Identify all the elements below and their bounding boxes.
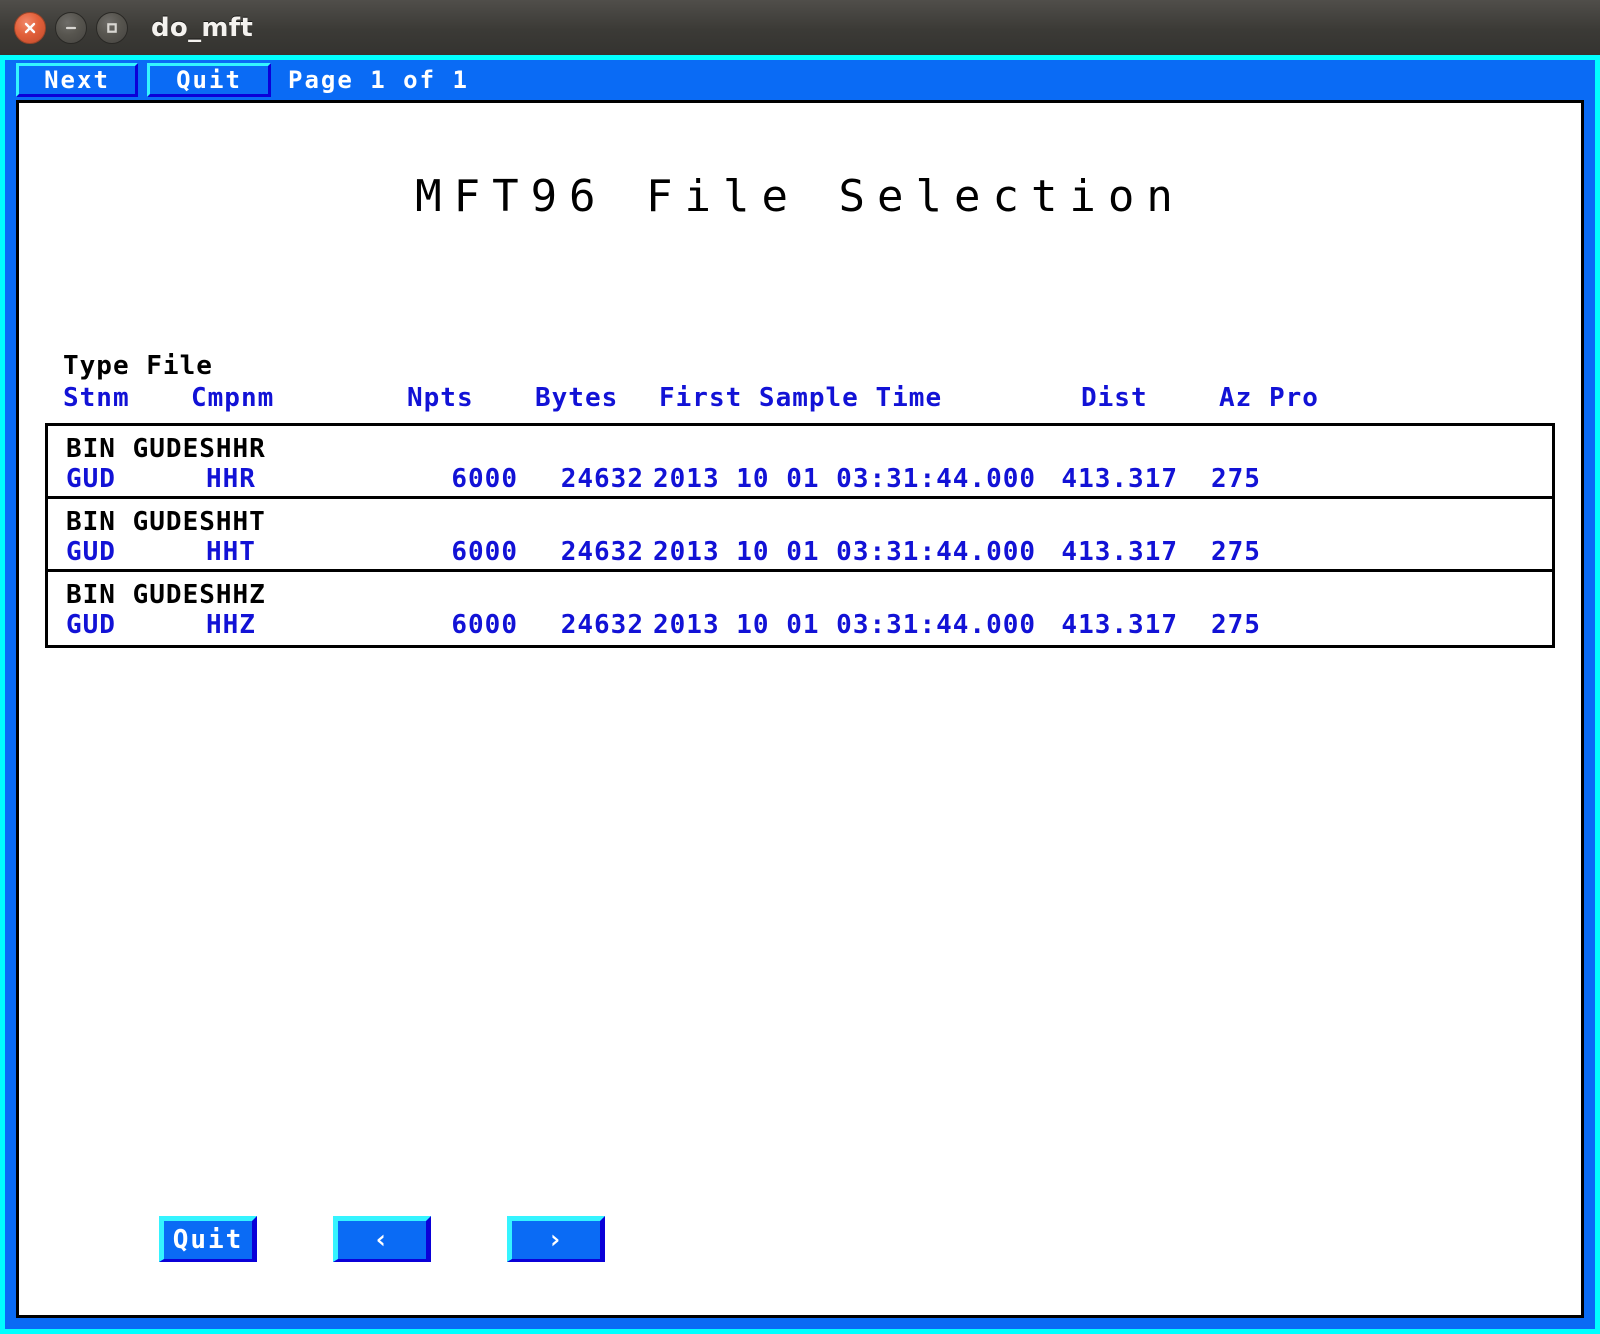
column-header-npts: Npts: [407, 383, 474, 413]
cell-cmpnm: HHR: [206, 464, 256, 494]
app-inner-frame: Next Quit Page 1 of 1 MFT96 File Selecti…: [5, 60, 1595, 1329]
window-titlebar: do_mft: [0, 0, 1600, 55]
cell-az: 275: [1211, 610, 1261, 640]
cell-bytes: 24632: [560, 464, 644, 494]
cell-bytes: 24632: [560, 537, 644, 567]
cell-az: 275: [1211, 537, 1261, 567]
maximize-button[interactable]: [96, 11, 128, 44]
cell-npts: 6000: [451, 464, 518, 494]
menu-next-button[interactable]: Next: [16, 63, 138, 97]
table-row[interactable]: BIN GUDESHHR GUD HHR 6000 24632 2013 10 …: [48, 426, 1552, 499]
close-button[interactable]: [14, 11, 46, 44]
maximize-icon: [107, 22, 117, 33]
column-header-bytes: Bytes: [535, 383, 619, 413]
type-file-header: Type File: [63, 351, 213, 381]
menu-quit-button[interactable]: Quit: [147, 63, 271, 97]
next-page-button[interactable]: ›: [507, 1216, 605, 1262]
row-fields: GUD HHR 6000 24632 2013 10 01 03:31:44.0…: [48, 464, 1552, 496]
minimize-icon: [65, 26, 77, 29]
row-fields: GUD HHT 6000 24632 2013 10 01 03:31:44.0…: [48, 537, 1552, 569]
app-outer-border: Next Quit Page 1 of 1 MFT96 File Selecti…: [0, 55, 1600, 1334]
application-window: do_mft Next Quit Page 1 of 1 MFT96 File …: [0, 0, 1600, 1334]
content-canvas: MFT96 File Selection Type File Stnm Cmpn…: [16, 100, 1584, 1318]
row-type-file: BIN GUDESHHZ: [66, 580, 266, 610]
minimize-button[interactable]: [55, 11, 87, 44]
table-row[interactable]: BIN GUDESHHT GUD HHT 6000 24632 2013 10 …: [48, 499, 1552, 572]
cell-az: 275: [1211, 464, 1261, 494]
cell-dist: 413.317: [1061, 610, 1178, 640]
column-header-first-sample-time: First Sample Time: [659, 383, 943, 413]
column-header-az-pro: Az Pro: [1219, 383, 1319, 413]
row-fields: GUD HHZ 6000 24632 2013 10 01 03:31:44.0…: [48, 610, 1552, 642]
cell-cmpnm: HHZ: [206, 610, 256, 640]
page-indicator: Page 1 of 1: [288, 66, 469, 94]
cell-cmpnm: HHT: [206, 537, 256, 567]
close-icon: [24, 22, 36, 33]
menubar: Next Quit Page 1 of 1: [11, 60, 1589, 100]
column-header-stnm: Stnm: [63, 383, 130, 413]
cell-npts: 6000: [451, 537, 518, 567]
page-title: MFT96 File Selection: [415, 171, 1185, 222]
cell-stnm: GUD: [66, 537, 116, 567]
cell-dist: 413.317: [1061, 464, 1178, 494]
cell-stnm: GUD: [66, 610, 116, 640]
cell-npts: 6000: [451, 610, 518, 640]
cell-stnm: GUD: [66, 464, 116, 494]
file-selection-table: BIN GUDESHHR GUD HHR 6000 24632 2013 10 …: [45, 423, 1555, 648]
cell-dist: 413.317: [1061, 537, 1178, 567]
footer-button-bar: Quit ‹ ›: [159, 1216, 605, 1262]
row-type-file: BIN GUDESHHT: [66, 507, 266, 537]
quit-button[interactable]: Quit: [159, 1216, 257, 1262]
row-type-file: BIN GUDESHHR: [66, 434, 266, 464]
cell-bytes: 24632: [560, 610, 644, 640]
table-row[interactable]: BIN GUDESHHZ GUD HHZ 6000 24632 2013 10 …: [48, 572, 1552, 645]
column-header-cmpnm: Cmpnm: [191, 383, 275, 413]
window-title: do_mft: [151, 12, 254, 43]
previous-page-button[interactable]: ‹: [333, 1216, 431, 1262]
column-header-dist: Dist: [1081, 383, 1148, 413]
table-column-headers: Stnm Cmpnm Npts Bytes First Sample Time …: [63, 383, 1563, 415]
cell-first-sample-time: 2013 10 01 03:31:44.000: [653, 610, 1037, 640]
cell-first-sample-time: 2013 10 01 03:31:44.000: [653, 464, 1037, 494]
cell-first-sample-time: 2013 10 01 03:31:44.000: [653, 537, 1037, 567]
